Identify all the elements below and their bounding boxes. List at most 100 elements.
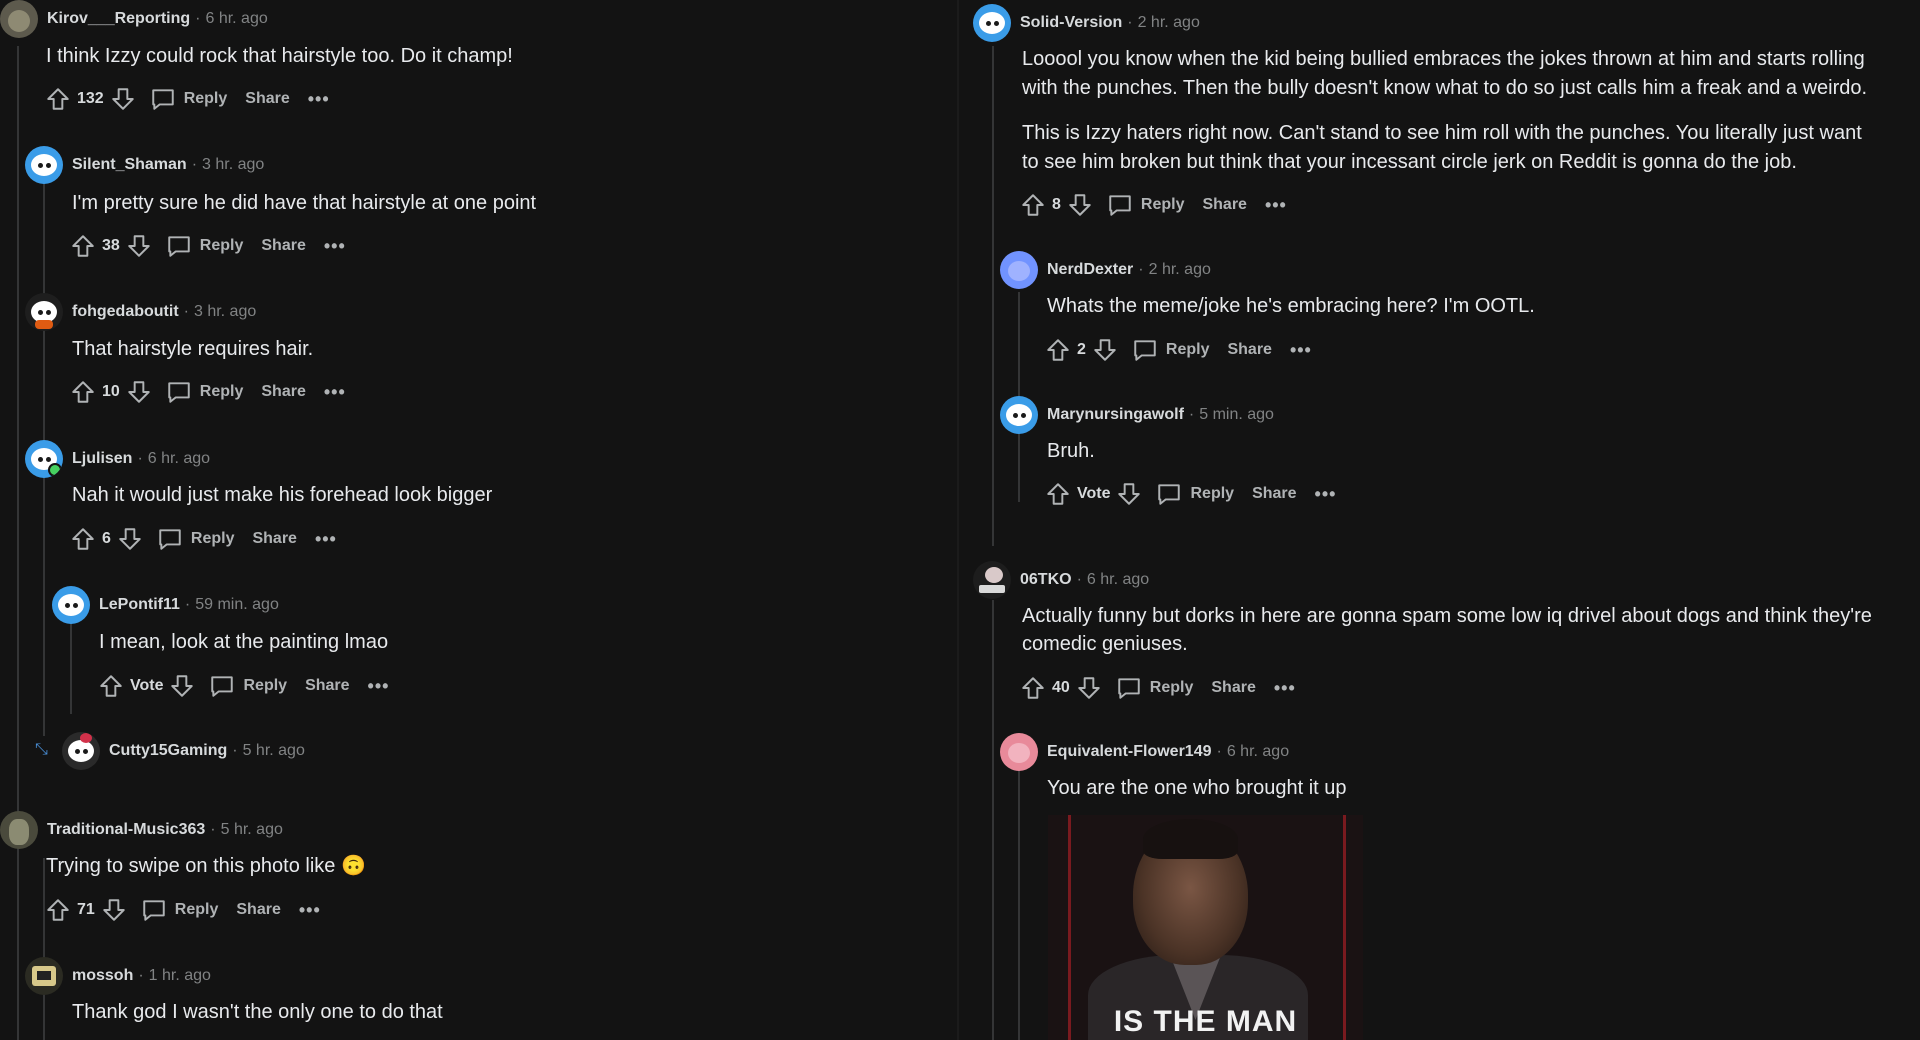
expand-thread-icon[interactable]: ⤡: [35, 741, 48, 759]
username[interactable]: Silent_Shaman: [72, 156, 187, 174]
reply-button[interactable]: Reply: [1132, 337, 1209, 363]
upvote-icon[interactable]: [1020, 675, 1046, 701]
more-options-icon[interactable]: •••: [315, 529, 337, 550]
username[interactable]: mossoh: [72, 967, 133, 985]
more-options-icon[interactable]: •••: [1290, 340, 1312, 361]
downvote-icon[interactable]: [1076, 675, 1102, 701]
username[interactable]: Equivalent-Flower149: [1047, 743, 1212, 761]
downvote-icon[interactable]: [126, 233, 152, 259]
upvote-icon[interactable]: [1045, 481, 1071, 507]
avatar[interactable]: [0, 0, 38, 38]
more-options-icon[interactable]: •••: [1274, 678, 1296, 699]
thread-line[interactable]: [70, 622, 72, 714]
upvote-icon[interactable]: [45, 86, 71, 112]
downvote-icon[interactable]: [126, 379, 152, 405]
reply-button[interactable]: Reply: [166, 379, 243, 405]
username[interactable]: Solid-Version: [1020, 14, 1122, 32]
timestamp[interactable]: 1 hr. ago: [149, 967, 211, 985]
more-options-icon[interactable]: •••: [308, 89, 330, 110]
reply-button[interactable]: Reply: [166, 233, 243, 259]
downvote-icon[interactable]: [1092, 337, 1118, 363]
timestamp[interactable]: 6 hr. ago: [1227, 743, 1289, 761]
username[interactable]: 06TKO: [1020, 571, 1072, 589]
share-button[interactable]: Share: [261, 237, 305, 255]
timestamp[interactable]: 5 hr. ago: [221, 821, 283, 839]
share-button[interactable]: Share: [245, 90, 289, 108]
reply-button[interactable]: Reply: [141, 897, 218, 923]
share-button[interactable]: Share: [261, 383, 305, 401]
reply-button[interactable]: Reply: [209, 673, 287, 699]
upvote-icon[interactable]: [98, 673, 124, 699]
thread-line[interactable]: [1018, 770, 1020, 1040]
upvote-icon[interactable]: [70, 233, 96, 259]
avatar[interactable]: [973, 561, 1011, 599]
timestamp[interactable]: 5 min. ago: [1199, 406, 1274, 424]
upvote-icon[interactable]: [70, 379, 96, 405]
thread-line[interactable]: [992, 600, 994, 1040]
timestamp[interactable]: 2 hr. ago: [1149, 261, 1211, 279]
reply-button[interactable]: Reply: [1107, 192, 1184, 218]
avatar[interactable]: [25, 146, 63, 184]
more-options-icon[interactable]: •••: [324, 236, 346, 257]
embedded-image[interactable]: IS THE MAN: [1048, 815, 1363, 1040]
downvote-icon[interactable]: [1116, 481, 1142, 507]
upvote-icon[interactable]: [70, 526, 96, 552]
username[interactable]: Traditional-Music363: [47, 821, 205, 839]
avatar[interactable]: [25, 440, 63, 478]
downvote-icon[interactable]: [117, 526, 143, 552]
username[interactable]: NerdDexter: [1047, 261, 1133, 279]
username[interactable]: fohgedaboutit: [72, 303, 179, 321]
share-button[interactable]: Share: [1252, 485, 1296, 503]
username[interactable]: Marynursingawolf: [1047, 406, 1184, 424]
avatar[interactable]: [25, 293, 63, 331]
reply-button[interactable]: Reply: [157, 526, 234, 552]
timestamp[interactable]: 5 hr. ago: [243, 742, 305, 760]
thread-line[interactable]: [43, 858, 45, 1040]
username[interactable]: Ljulisen: [72, 450, 132, 468]
share-button[interactable]: Share: [1211, 679, 1255, 697]
reply-label: Reply: [1190, 485, 1235, 502]
timestamp[interactable]: 3 hr. ago: [194, 303, 256, 321]
downvote-icon[interactable]: [110, 86, 136, 112]
more-options-icon[interactable]: •••: [368, 676, 390, 697]
share-button[interactable]: Share: [305, 677, 349, 695]
downvote-icon[interactable]: [101, 897, 127, 923]
avatar[interactable]: [973, 4, 1011, 42]
avatar[interactable]: [1000, 251, 1038, 289]
avatar[interactable]: [1000, 733, 1038, 771]
upvote-icon[interactable]: [1045, 337, 1071, 363]
separator-dot: ·: [232, 742, 238, 759]
avatar[interactable]: [1000, 396, 1038, 434]
separator-dot: ·: [1138, 261, 1144, 278]
upvote-icon[interactable]: [45, 897, 71, 923]
upvote-icon[interactable]: [1020, 192, 1046, 218]
avatar[interactable]: [52, 586, 90, 624]
more-options-icon[interactable]: •••: [1315, 484, 1337, 505]
share-button[interactable]: Share: [1202, 196, 1246, 214]
thread-line[interactable]: [17, 46, 19, 1040]
more-options-icon[interactable]: •••: [299, 900, 321, 921]
username[interactable]: Kirov___Reporting: [47, 10, 190, 28]
more-options-icon[interactable]: •••: [324, 382, 346, 403]
reply-button[interactable]: Reply: [150, 86, 227, 112]
share-button[interactable]: Share: [1227, 341, 1271, 359]
timestamp[interactable]: 6 hr. ago: [148, 450, 210, 468]
reply-button[interactable]: Reply: [1116, 675, 1193, 701]
timestamp[interactable]: 59 min. ago: [195, 596, 279, 614]
more-options-icon[interactable]: •••: [1265, 195, 1287, 216]
timestamp[interactable]: 6 hr. ago: [1087, 571, 1149, 589]
avatar[interactable]: [25, 957, 63, 995]
timestamp[interactable]: 2 hr. ago: [1138, 14, 1200, 32]
avatar[interactable]: [0, 811, 38, 849]
share-button[interactable]: Share: [236, 901, 280, 919]
downvote-icon[interactable]: [169, 673, 195, 699]
reply-button[interactable]: Reply: [1156, 481, 1234, 507]
timestamp[interactable]: 3 hr. ago: [202, 156, 264, 174]
username[interactable]: Cutty15Gaming: [109, 742, 227, 760]
avatar[interactable]: [62, 732, 100, 770]
downvote-icon[interactable]: [1067, 192, 1093, 218]
thread-line[interactable]: [992, 46, 994, 546]
share-button[interactable]: Share: [252, 530, 296, 548]
username[interactable]: LePontif11: [99, 596, 180, 614]
timestamp[interactable]: 6 hr. ago: [205, 10, 267, 28]
